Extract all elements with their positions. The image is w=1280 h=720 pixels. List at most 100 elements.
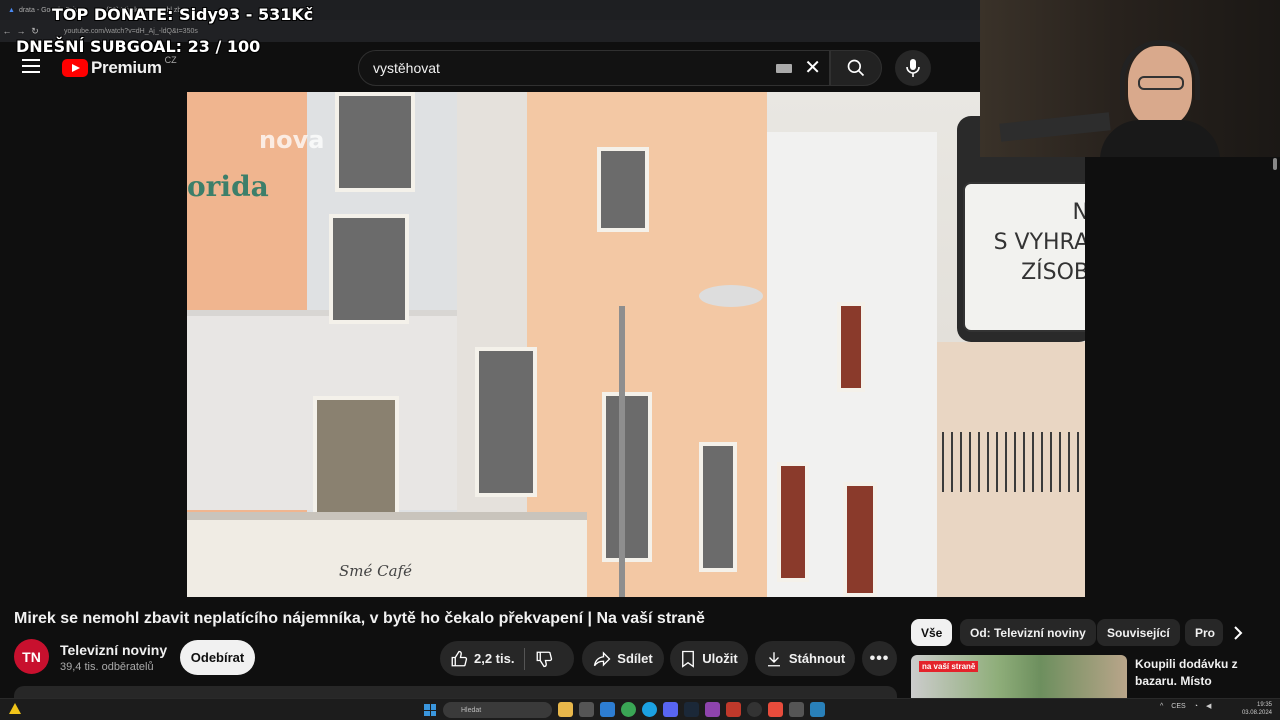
- screen: ▲ drata - Google Drive ■ (22) Mirek se nem…: [0, 0, 1280, 720]
- subgoal-label: DNEŠNÍ SUBGOAL:: [16, 37, 183, 56]
- sign-line: N: [1072, 200, 1085, 225]
- window: [335, 92, 415, 192]
- chrome-icon[interactable]: [621, 702, 636, 717]
- search-input[interactable]: vystěhovat: [373, 60, 776, 76]
- taskbar-apps: [558, 702, 825, 717]
- search-button[interactable]: [830, 50, 882, 86]
- chip-all[interactable]: Vše: [911, 619, 953, 646]
- obs-icon[interactable]: [747, 702, 762, 717]
- taskbar-search[interactable]: Hledat: [443, 702, 552, 718]
- warning-icon[interactable]: [9, 703, 21, 714]
- clock-date: 03.08.2024: [1241, 710, 1272, 716]
- like-count: 2,2 tis.: [474, 651, 515, 666]
- discord-icon[interactable]: [663, 702, 678, 717]
- clock-time: 19:35: [1256, 702, 1272, 708]
- street-sign-panel: N S VYHRA ZÍSOB: [963, 182, 1085, 332]
- country-code: CZ: [164, 55, 177, 65]
- task-view-icon[interactable]: [579, 702, 594, 717]
- balcony: [942, 432, 1085, 492]
- thumbs-down-icon: [537, 651, 553, 667]
- app-icon[interactable]: [768, 702, 783, 717]
- street-lamp: [619, 306, 625, 597]
- app-icon[interactable]: [810, 702, 825, 717]
- save-label: Uložit: [702, 651, 738, 666]
- chevron-up-icon[interactable]: ^: [1160, 703, 1163, 710]
- url-field[interactable]: youtube.com/watch?v=dH_Aj_-ldQ&t=350s: [64, 28, 198, 35]
- share-button[interactable]: Sdílet: [582, 641, 664, 676]
- top-donate-overlay: TOP DONATE: Sidy93 - 531Kč: [52, 5, 314, 24]
- webcam-overlay: [980, 0, 1280, 157]
- channel-avatar[interactable]: TN: [14, 639, 49, 674]
- cafe-sign: Smé Café: [339, 562, 412, 580]
- thumbnail-tag: na vaší straně: [919, 661, 979, 672]
- microphone-icon: [906, 59, 920, 77]
- voice-search-button[interactable]: [895, 50, 931, 86]
- save-button[interactable]: Uložit: [670, 641, 748, 676]
- chevron-right-icon[interactable]: [1228, 619, 1248, 646]
- system-tray: ^ CES ◔ ◀: [1160, 702, 1211, 711]
- window: [329, 214, 409, 324]
- steam-icon[interactable]: [684, 702, 699, 717]
- app-icon[interactable]: [705, 702, 720, 717]
- download-icon: [767, 651, 780, 666]
- language-indicator[interactable]: CES: [1171, 703, 1185, 710]
- recommendation-thumbnail[interactable]: na vaší straně: [911, 655, 1127, 703]
- menu-icon[interactable]: [22, 59, 40, 73]
- logo-text: Premium: [91, 58, 162, 77]
- video-player[interactable]: nova orida Smé Café N S VYHRA ZÍSOB: [187, 92, 1085, 597]
- window: [597, 147, 649, 232]
- windows-start-icon[interactable]: [424, 704, 436, 716]
- keyboard-icon[interactable]: [776, 63, 793, 73]
- back-icon[interactable]: ←: [0, 26, 14, 36]
- download-button[interactable]: Stáhnout: [755, 641, 855, 676]
- window: [777, 462, 809, 582]
- streamer-glasses: [1138, 76, 1184, 90]
- app-icon[interactable]: [789, 702, 804, 717]
- edge-icon[interactable]: [642, 702, 657, 717]
- more-actions-button[interactable]: •••: [862, 641, 897, 676]
- youtube-logo[interactable]: Premium CZ: [62, 55, 177, 78]
- street-lamp-head: [699, 285, 763, 307]
- volume-icon[interactable]: ◀: [1206, 702, 1211, 710]
- file-explorer-icon[interactable]: [558, 702, 573, 717]
- dislike-button[interactable]: [535, 650, 553, 668]
- share-icon: [594, 650, 611, 667]
- channel-name[interactable]: Televizní noviny: [60, 642, 167, 658]
- more-icon: •••: [869, 649, 890, 667]
- bookmark-icon: [682, 650, 695, 668]
- like-button[interactable]: 2,2 tis.: [440, 650, 514, 668]
- shop-awning: [187, 512, 587, 597]
- forward-icon[interactable]: →: [14, 26, 28, 36]
- store-icon[interactable]: [600, 702, 615, 717]
- video-title: Mirek se nemohl zbavit neplatícího nájem…: [14, 610, 705, 627]
- chip-for-you[interactable]: Pro: [1185, 619, 1223, 646]
- app-icon[interactable]: [726, 702, 741, 717]
- right-panel-empty: [1085, 157, 1280, 597]
- sign-line: S VYHRA: [993, 230, 1085, 255]
- subgoal-value: 23 / 100: [187, 37, 261, 56]
- youtube-play-icon: [62, 59, 88, 77]
- search-box[interactable]: vystěhovat ✕: [358, 50, 830, 86]
- storefront-text: orida: [187, 170, 269, 203]
- window: [602, 392, 652, 562]
- divider: [524, 647, 526, 670]
- share-label: Sdílet: [617, 651, 653, 666]
- chip-related[interactable]: Související: [1097, 619, 1180, 646]
- recommendation-title[interactable]: Koupili dodávku z bazaru. Místo: [1135, 656, 1265, 690]
- clear-search-icon[interactable]: ✕: [804, 58, 821, 78]
- clock[interactable]: 19:35 03.08.2024: [1240, 701, 1272, 717]
- window: [699, 442, 737, 572]
- window: [475, 347, 537, 497]
- like-dislike-group: 2,2 tis.: [440, 641, 574, 676]
- thumbs-up-icon: [451, 650, 468, 666]
- search-icon: [847, 59, 865, 77]
- taskbar: Hledat ^ CES ◔ ◀ 19:35 03.08.2024: [0, 698, 1280, 720]
- subscriber-count: 39,4 tis. odběratelů: [60, 661, 154, 673]
- sign-line: ZÍSOB: [1021, 260, 1085, 285]
- window: [843, 482, 877, 597]
- scrollbar[interactable]: [1273, 158, 1277, 170]
- network-icon[interactable]: ◔: [1194, 703, 1198, 710]
- reload-icon[interactable]: ↻: [28, 26, 42, 37]
- chip-from-channel[interactable]: Od: Televizní noviny: [960, 619, 1096, 646]
- subscribe-button[interactable]: Odebírat: [180, 640, 255, 675]
